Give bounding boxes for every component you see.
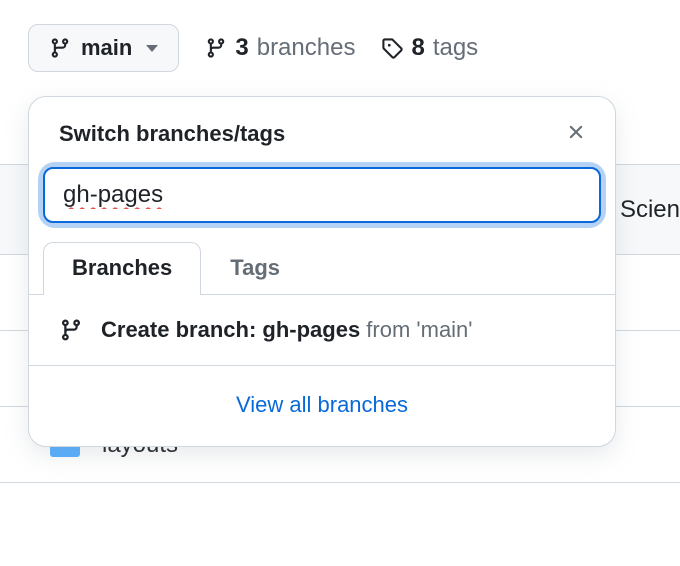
create-branch-name: gh-pages	[262, 317, 360, 342]
view-all-branches-link[interactable]: View all branches	[236, 392, 408, 417]
repo-toolbar: main 3 branches 8 tags	[0, 0, 680, 96]
ref-type-tabs: Branches Tags	[29, 241, 615, 295]
create-branch-text: Create branch: gh-pages from 'main'	[101, 317, 473, 343]
tab-tags[interactable]: Tags	[201, 242, 309, 295]
branch-selector-button[interactable]: main	[28, 24, 179, 72]
git-branch-icon	[205, 37, 227, 59]
tag-icon	[381, 37, 403, 59]
commit-author-fragment: Scien	[620, 196, 680, 224]
close-button[interactable]	[561, 117, 591, 151]
tags-link[interactable]: 8 tags	[381, 34, 478, 62]
popover-header: Switch branches/tags	[29, 97, 615, 167]
branches-label: branches	[257, 34, 356, 62]
close-icon	[565, 121, 587, 143]
caret-down-icon	[146, 45, 158, 52]
tags-count: 8	[411, 34, 424, 62]
create-prefix: Create branch:	[101, 317, 262, 342]
git-branch-icon	[49, 37, 71, 59]
branches-link[interactable]: 3 branches	[205, 34, 355, 62]
git-branch-icon	[59, 318, 83, 342]
popover-title: Switch branches/tags	[59, 121, 285, 147]
tab-branches[interactable]: Branches	[43, 242, 201, 295]
branches-count: 3	[235, 34, 248, 62]
create-from: from 'main'	[360, 317, 472, 342]
branch-switcher-popover: Switch branches/tags Branches Tags Creat…	[28, 96, 616, 447]
view-all-wrap: View all branches	[29, 366, 615, 446]
current-branch-label: main	[81, 35, 132, 61]
tags-label: tags	[433, 34, 478, 62]
create-branch-row[interactable]: Create branch: gh-pages from 'main'	[29, 295, 615, 366]
branch-search-input[interactable]	[43, 167, 601, 223]
